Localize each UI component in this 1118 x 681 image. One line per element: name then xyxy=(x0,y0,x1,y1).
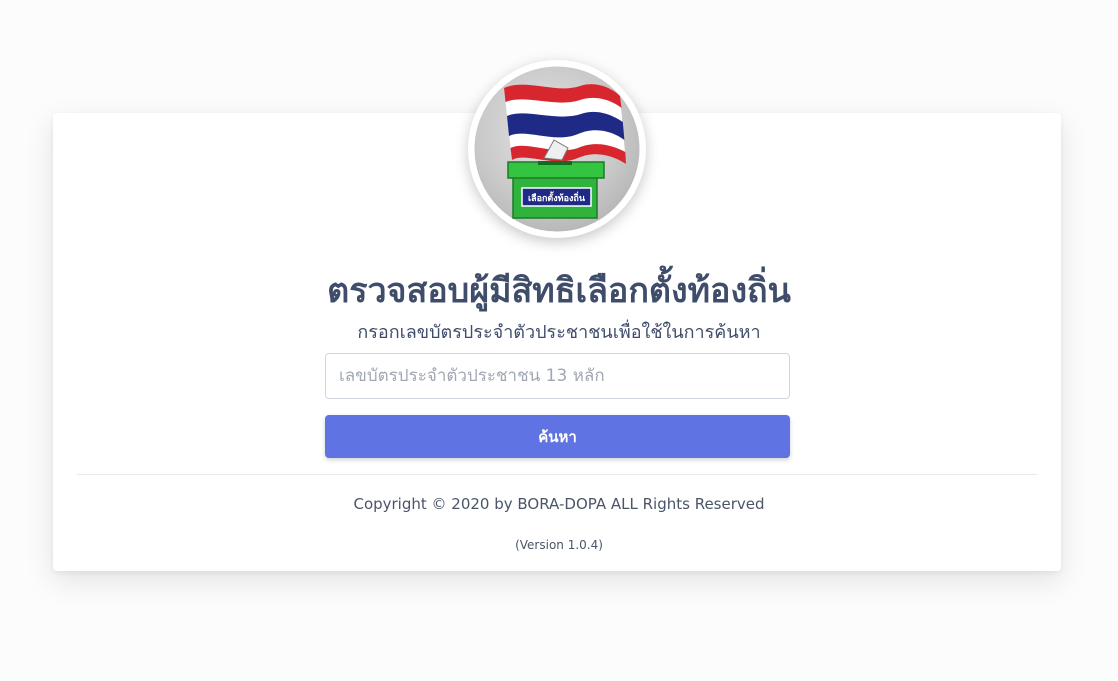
thai-flag-ballot-box-icon: เลือกตั้งท้องถิ่น xyxy=(471,63,643,235)
copyright-text: Copyright © 2020 by BORA-DOPA ALL Rights… xyxy=(353,495,765,513)
election-logo: เลือกตั้งท้องถิ่น xyxy=(468,60,646,238)
page-subtitle: กรอกเลขบัตรประจำตัวประชาชนเพื่อใช้ในการค… xyxy=(357,322,761,343)
citizen-id-input[interactable] xyxy=(325,353,790,399)
page-title: ตรวจสอบผู้มีสิทธิเลือกตั้งท้องถิ่น xyxy=(327,271,791,311)
version-text: (Version 1.0.4) xyxy=(515,538,603,552)
search-button[interactable]: ค้นหา xyxy=(325,415,790,458)
footer-divider xyxy=(77,474,1037,475)
